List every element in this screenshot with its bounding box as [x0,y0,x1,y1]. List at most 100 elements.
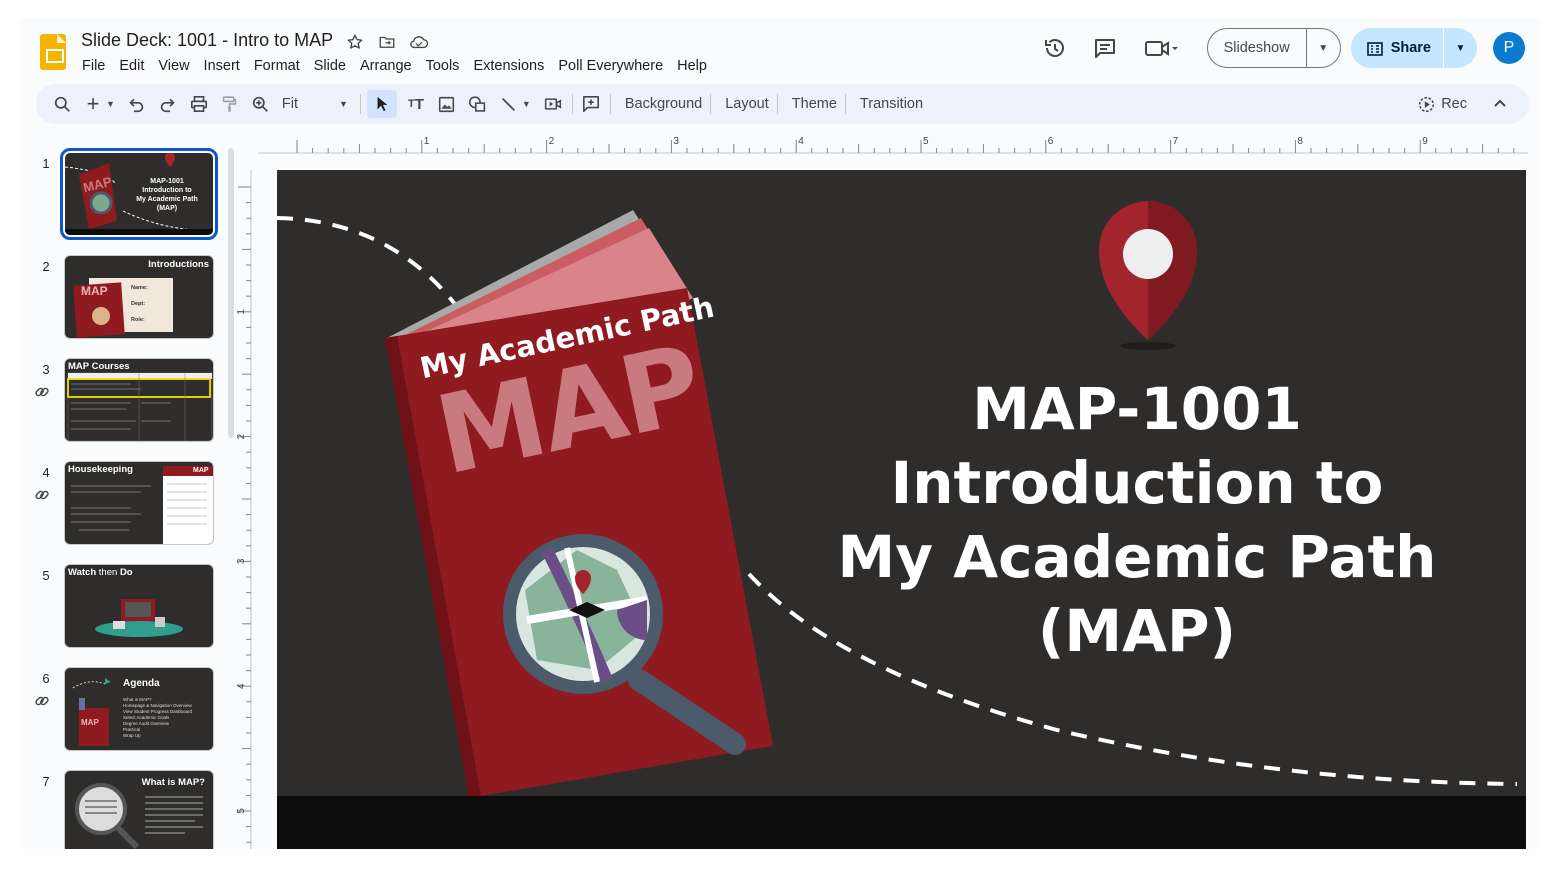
menu-arrange[interactable]: Arrange [354,56,418,76]
menu-view[interactable]: View [152,56,195,76]
text-box-icon[interactable]: TT [404,90,428,118]
menu-insert[interactable]: Insert [198,56,246,76]
slide-canvas[interactable]: My Academic Path MAP MAP-1001 Introducti… [277,170,1526,849]
ruler-label: 4 [798,136,804,147]
menu-tools[interactable]: Tools [420,56,466,76]
share-dropdown-icon[interactable]: ▼ [1443,28,1477,68]
thumb-title-line: My Academic Path [136,196,198,203]
ruler-label: 1 [424,136,430,147]
zoom-value: Fit [281,96,299,112]
book-illustration [385,210,773,798]
thumb-title-line: (MAP) [156,205,178,212]
image-icon[interactable] [435,90,459,118]
menu-slide[interactable]: Slide [308,56,352,76]
document-title[interactable]: Slide Deck: 1001 - Intro to MAP [81,30,333,51]
slide-thumbnail[interactable]: MAP Courses [64,358,214,442]
slide-title-line: MAP-1001 [972,375,1302,443]
select-cursor-icon[interactable] [366,90,397,118]
cloud-saved-icon[interactable] [408,31,430,53]
link-icon [34,487,50,507]
menu-poll-everywhere[interactable]: Poll Everywhere [552,56,669,76]
slide-title[interactable]: MAP-1001 Introduction to My Academic Pat… [837,372,1437,668]
undo-icon[interactable] [125,90,149,118]
new-slide-icon[interactable]: + [81,90,105,118]
toolbar: + ▼ Fit ▼ TT ▼ Background Layout Theme T… [36,84,1529,124]
menu-help[interactable]: Help [671,56,713,76]
rec-button[interactable]: Rec [1418,96,1467,113]
new-slide-dropdown-icon[interactable]: ▼ [106,90,115,118]
share-button[interactable]: Share [1351,28,1443,68]
slide-number: 3 [42,362,50,377]
history-icon[interactable] [1037,30,1073,66]
transition-button[interactable]: Transition [852,96,931,112]
filmstrip-item-5[interactable]: 5 Watch then Do [20,544,242,648]
thumbnail-art [67,372,213,441]
filmstrip-item-7[interactable]: 7 What is MAP? [20,750,242,849]
thumb-title-line: MAP-1001 [150,178,184,185]
slide-thumbnail[interactable]: What is MAP? [64,770,214,849]
shape-icon[interactable] [466,90,490,118]
video-icon[interactable] [541,90,565,118]
slideshow-button[interactable]: Slideshow [1208,29,1306,67]
ruler-label: 3 [236,558,247,564]
thumb-form-line: Dept: [131,301,146,307]
filmstrip-item-6[interactable]: 6 Agenda MAP What is MAP? Homepage & Nav… [20,647,242,751]
slide-thumbnail[interactable]: Housekeeping MAP [64,461,214,545]
slide-number: 5 [42,568,50,583]
ruler-label: 2 [549,136,555,147]
slide-title-line: My Academic Path [837,523,1437,591]
comment-add-icon[interactable] [579,90,603,118]
zoom-icon[interactable] [249,90,273,118]
print-icon[interactable] [187,90,211,118]
thumb-badge: MAP [193,467,209,474]
filmstrip-item-3[interactable]: 3 MAP Courses [20,338,242,442]
slide-title-line: (MAP) [1037,597,1237,665]
ruler-label: 6 [1048,136,1054,147]
redo-icon[interactable] [156,90,180,118]
filmstrip-item-1[interactable]: 1 MAP MAP-1001 Introduction to My Academ… [20,132,242,240]
slide-thumbnail[interactable]: MAP MAP-1001 Introduction to My Academic… [60,148,218,240]
menu-extensions[interactable]: Extensions [467,56,550,76]
slideshow-dropdown-icon[interactable]: ▼ [1305,29,1340,67]
star-icon[interactable] [344,31,366,53]
slide-thumbnail[interactable]: Introductions MAP Name: Dept: Role: [64,255,214,339]
search-icon[interactable] [50,90,74,118]
ruler-label: 9 [1422,136,1428,147]
meet-camera-icon[interactable] [1137,30,1185,66]
line-icon[interactable] [497,90,521,118]
filmstrip: 1 MAP MAP-1001 Introduction to My Academ… [20,132,242,849]
background-button[interactable]: Background [617,96,710,112]
filmstrip-item-2[interactable]: 2 Introductions MAP Name: Dept: Role: [20,235,242,339]
thumbnail-art [95,599,183,637]
ruler-label: 2 [236,433,247,439]
horizontal-ruler: 1 2 3 4 5 6 7 8 9 [258,136,1528,154]
slide-number: 2 [42,259,50,274]
move-to-folder-icon[interactable] [376,31,398,53]
filmstrip-item-4[interactable]: 4 Housekeeping MAP [20,441,242,545]
ruler-label: 4 [236,683,247,689]
slide-number: 4 [42,465,50,480]
avatar[interactable]: P [1493,32,1525,64]
layout-button[interactable]: Layout [717,96,777,112]
slide-thumbnail[interactable]: Agenda MAP What is MAP? Homepage & Navig… [64,667,214,751]
menu-edit[interactable]: Edit [113,56,150,76]
paint-format-icon[interactable] [218,90,242,118]
slides-logo-icon[interactable] [40,34,66,70]
line-dropdown-icon[interactable]: ▼ [522,90,531,118]
menu-format[interactable]: Format [248,56,306,76]
menu-file[interactable]: File [76,56,111,76]
zoom-select[interactable]: Fit ▼ [280,96,352,112]
ruler-label: 5 [923,136,929,147]
chevron-up-icon[interactable] [1493,97,1507,111]
thumbnail-art [71,466,213,544]
thumb-book-label: MAP [81,718,99,727]
thumb-book-label: MAP [81,284,108,298]
rec-icon [1419,96,1435,112]
theme-button[interactable]: Theme [784,96,845,112]
comments-icon[interactable] [1087,30,1123,66]
location-pin-illustration [1099,201,1197,350]
thumb-title-line: Introduction to [142,187,192,194]
slideshow-button-group: Slideshow ▼ [1206,28,1341,68]
slide-thumbnail[interactable]: Watch then Do [64,564,214,648]
menu-bar: File Edit View Insert Format Slide Arran… [76,56,715,76]
